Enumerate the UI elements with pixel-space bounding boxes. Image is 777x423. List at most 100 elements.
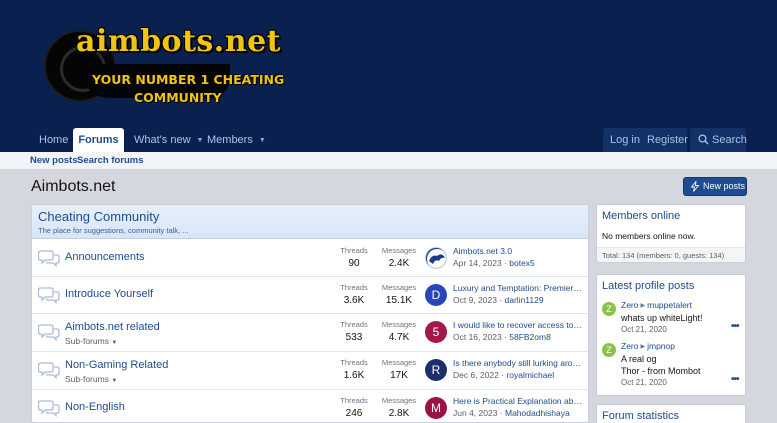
category-block: Cheating Community The place for suggest…: [31, 204, 589, 423]
new-posts-link[interactable]: New posts: [30, 155, 78, 166]
more-options-icon[interactable]: •••: [731, 374, 739, 385]
profile-post-users: Zero ▶ jmpnop: [621, 341, 675, 351]
profile-post-target[interactable]: jmpnop: [647, 341, 675, 351]
profile-post-author[interactable]: Zero: [621, 341, 638, 351]
login-link[interactable]: Log in: [610, 128, 640, 152]
profile-post-date[interactable]: Oct 21, 2020: [621, 325, 667, 334]
search-button-label: Search: [712, 134, 747, 146]
forum-node-title[interactable]: Announcements: [65, 251, 145, 263]
avatar[interactable]: [425, 247, 447, 269]
forum-chat-icon: [38, 287, 60, 304]
forum-node: Introduce Yourself Threads 3.6K Messages…: [32, 277, 588, 314]
search-icon: [698, 134, 709, 145]
nav-tab-home[interactable]: Home: [39, 128, 68, 152]
threads-label: Threads: [340, 358, 368, 367]
last-post-title[interactable]: Aimbots.net 3.0: [453, 246, 583, 256]
avatar[interactable]: Z: [602, 343, 616, 357]
forum-node-title[interactable]: Non-Gaming Related: [65, 359, 168, 371]
forum-chat-icon: [38, 250, 60, 267]
forum-statistics-title[interactable]: Forum statistics: [597, 405, 745, 423]
messages-count: 2.8K: [388, 408, 410, 419]
chevron-down-icon: ▼: [111, 340, 118, 346]
lightning-icon: [690, 181, 700, 192]
avatar[interactable]: Z: [602, 302, 616, 316]
last-post-user[interactable]: royalmichael: [506, 370, 554, 380]
avatar-logo-icon: [427, 249, 446, 268]
more-options-icon[interactable]: •••: [731, 321, 739, 332]
messages-label: Messages: [381, 283, 417, 292]
profile-posts-title[interactable]: Latest profile posts: [597, 275, 745, 297]
threads-count: 90: [348, 258, 360, 269]
forum-chat-icon: [38, 400, 60, 417]
members-online-text: No members online now.: [602, 231, 696, 241]
profile-post-users: Zero ▶ muppetalert: [621, 300, 692, 310]
arrow-right-icon: ▶: [640, 303, 646, 309]
threads-count: 246: [345, 408, 363, 419]
last-post-date[interactable]: Jun 4, 2023: [453, 408, 497, 418]
last-post-title[interactable]: Here is Practical Explanation abou...: [453, 396, 583, 406]
nav-tab-members[interactable]: Members ▼: [207, 128, 266, 152]
forum-node-title[interactable]: Aimbots.net related: [65, 321, 160, 333]
threads-label: Threads: [340, 283, 368, 292]
search-forums-link[interactable]: Search forums: [77, 155, 144, 166]
category-header: Cheating Community The place for suggest…: [32, 205, 588, 239]
last-post-user[interactable]: darlin1129: [505, 295, 544, 305]
profile-post-message: A real og: [621, 354, 657, 364]
main-nav: Home Forums What's new ▼ Members ▼ Log in …: [0, 128, 777, 152]
profile-post-date[interactable]: Oct 21, 2020: [621, 378, 667, 387]
search-button[interactable]: Search: [690, 128, 747, 152]
chevron-down-icon[interactable]: ▼: [197, 129, 204, 153]
nav-tab-forums[interactable]: Forums: [73, 128, 124, 152]
forum-chat-icon: [38, 324, 60, 341]
profile-post-target[interactable]: muppetalert: [647, 300, 692, 310]
last-post-meta: Apr 14, 2023 · botex5: [453, 258, 535, 268]
chevron-down-icon[interactable]: ▼: [259, 129, 266, 153]
page-title: Aimbots.net: [31, 178, 116, 195]
nav-tab-whats-new[interactable]: What's new ▼: [134, 128, 203, 152]
avatar[interactable]: R: [425, 359, 447, 381]
last-post-date[interactable]: Apr 14, 2023: [453, 258, 502, 268]
messages-label: Messages: [381, 246, 417, 255]
forum-node-title[interactable]: Non-English: [65, 401, 125, 413]
last-post-date[interactable]: Oct 9, 2023: [453, 295, 497, 305]
messages-count: 17K: [390, 370, 408, 381]
avatar[interactable]: D: [425, 284, 447, 306]
subforums-toggle[interactable]: Sub-forums ▼: [65, 336, 117, 346]
members-online-title[interactable]: Members online: [597, 205, 745, 227]
last-post-title[interactable]: I would like to recover access to m...: [453, 320, 583, 330]
subforums-label: Sub-forums: [65, 336, 109, 346]
threads-label: Threads: [340, 396, 368, 405]
forum-node-title[interactable]: Introduce Yourself: [65, 288, 153, 300]
last-post-date[interactable]: Dec 6, 2022: [453, 370, 499, 380]
subforums-toggle[interactable]: Sub-forums ▼: [65, 374, 117, 384]
threads-count: 3.6K: [343, 295, 365, 306]
last-post-user[interactable]: botex5: [509, 258, 535, 268]
register-link[interactable]: Register: [647, 128, 688, 152]
category-title[interactable]: Cheating Community: [38, 209, 159, 224]
sub-nav: New posts Search forums: [0, 152, 777, 170]
messages-label: Messages: [381, 358, 417, 367]
profile-post-author[interactable]: Zero: [621, 300, 638, 310]
messages-label: Messages: [381, 320, 417, 329]
new-posts-button[interactable]: New posts: [683, 177, 747, 196]
last-post-meta: Jun 4, 2023 · Mahodadhishaya: [453, 408, 570, 418]
avatar[interactable]: 5: [425, 321, 447, 343]
new-posts-button-label: New posts: [703, 181, 746, 191]
site-logo[interactable]: aimbots.net YOUR NUMBER 1 CHEATING COMMU…: [44, 24, 284, 106]
last-post-title[interactable]: Is there anybody still lurking around?: [453, 358, 583, 368]
last-post-title[interactable]: Luxury and Temptation: Premier F...: [453, 283, 583, 293]
last-post-date[interactable]: Oct 16, 2023: [453, 332, 502, 342]
members-online-total: Total: 134 (members: 0, guests: 134): [597, 247, 745, 262]
nav-tab-members-label: Members: [207, 134, 253, 146]
forum-statistics-block: Forum statistics: [596, 404, 746, 423]
last-post-user[interactable]: Mahodadhishaya: [505, 408, 570, 418]
forum-node: Aimbots.net related Sub-forums ▼ Threads…: [32, 314, 588, 352]
avatar[interactable]: M: [425, 397, 447, 419]
forum-node: Non-Gaming Related Sub-forums ▼ Threads …: [32, 352, 588, 390]
members-online-block: Members online No members online now. To…: [596, 204, 746, 263]
last-post-user[interactable]: 58FB2om8: [509, 332, 551, 342]
chevron-down-icon: ▼: [111, 378, 118, 384]
arrow-right-icon: ▶: [640, 344, 646, 350]
last-post-meta: Oct 9, 2023 · darlin1129: [453, 295, 544, 305]
profile-post-message: whats up whiteLight!: [621, 313, 703, 323]
